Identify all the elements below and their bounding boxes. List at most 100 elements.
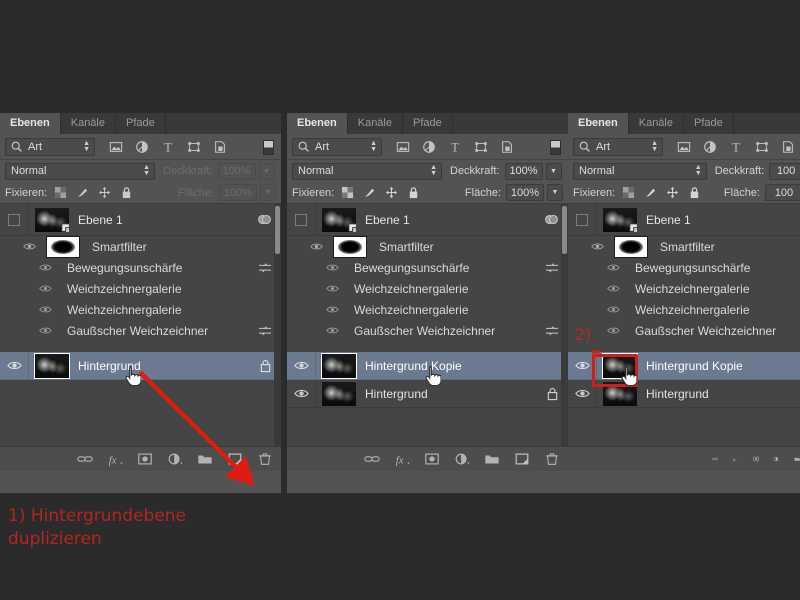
new-group-icon[interactable] <box>484 451 500 467</box>
blend-mode-select[interactable]: Normal ▲ ▼ <box>573 162 707 180</box>
smart-filters-header-row[interactable]: Smartfilter <box>0 235 281 258</box>
smartfilter-visibility-cell[interactable] <box>287 305 345 314</box>
filter-settings-icon[interactable] <box>545 325 559 337</box>
tab-pfade[interactable]: Pfade <box>403 113 453 134</box>
layer-style-fx-icon[interactable]: fx <box>107 451 123 467</box>
layer-thumbnail[interactable] <box>603 207 637 232</box>
eye-icon[interactable] <box>591 242 604 251</box>
eye-icon[interactable] <box>326 305 339 314</box>
smartfilter-visibility-cell[interactable] <box>287 284 345 293</box>
fill-value[interactable]: 100 <box>765 184 800 201</box>
blend-mode-select[interactable]: Normal ▲ ▼ <box>5 162 155 180</box>
table-row[interactable]: Ebene 1 <box>0 204 281 236</box>
smartfilter-row[interactable]: Weichzeichnergalerie <box>0 299 281 320</box>
table-row[interactable]: Ebene 1 <box>568 204 800 236</box>
visibility-cell[interactable] <box>287 352 316 379</box>
smartfilter-visibility-cell[interactable] <box>568 242 610 251</box>
eye-icon[interactable] <box>607 284 620 293</box>
smartfilter-row[interactable]: Gaußscher Weichzeichner <box>0 320 281 341</box>
smartfilter-visibility-cell[interactable] <box>568 263 626 272</box>
smartfilter-row[interactable]: Gaußscher Weichzeichner <box>568 320 800 341</box>
new-layer-icon[interactable] <box>227 451 243 467</box>
opacity-dropdown-arrow[interactable]: ▼ <box>545 162 562 180</box>
layer-list-scrollbar[interactable] <box>561 204 568 446</box>
adjustment-layer-filter-icon[interactable] <box>422 140 436 154</box>
eye-icon[interactable] <box>326 263 339 272</box>
eye-icon[interactable] <box>310 242 323 251</box>
scrollbar-thumb[interactable] <box>562 206 567 254</box>
link-layers-icon[interactable] <box>364 451 380 467</box>
lock-image-pixels-icon[interactable] <box>644 186 657 199</box>
eye-icon[interactable] <box>39 263 52 272</box>
eye-icon[interactable] <box>293 360 309 371</box>
link-layers-icon[interactable] <box>77 451 93 467</box>
filter-kind-select[interactable]: Art ▲ ▼ <box>292 137 382 156</box>
eye-icon[interactable] <box>39 284 52 293</box>
tab-ebenen[interactable]: Ebenen <box>0 113 61 134</box>
smartfilter-visibility-cell[interactable] <box>0 326 58 335</box>
type-layer-filter-icon[interactable]: T <box>161 140 175 154</box>
lock-all-icon[interactable] <box>120 186 133 199</box>
tab-pfade[interactable]: Pfade <box>684 113 734 134</box>
visibility-cell[interactable] <box>287 204 316 235</box>
smart-filter-mask-thumbnail[interactable] <box>614 235 648 258</box>
eye-icon[interactable] <box>574 388 590 399</box>
visibility-cell[interactable] <box>0 204 29 235</box>
fill-dropdown-arrow[interactable]: ▼ <box>547 184 563 201</box>
lock-all-icon[interactable] <box>688 186 701 199</box>
layer-visibility-checkbox[interactable] <box>8 213 20 226</box>
shape-layer-filter-icon[interactable] <box>474 140 488 154</box>
pixel-layer-filter-icon[interactable] <box>396 140 410 154</box>
tab-kanaele[interactable]: Kanäle <box>628 113 684 134</box>
lock-all-icon[interactable] <box>407 186 420 199</box>
smart-object-filter-icon[interactable] <box>781 140 795 154</box>
lock-transparent-pixels-icon[interactable] <box>341 186 354 199</box>
pixel-layer-filter-icon[interactable] <box>109 140 123 154</box>
new-layer-icon[interactable] <box>514 451 530 467</box>
eye-icon[interactable] <box>6 360 22 371</box>
smartfilter-visibility-cell[interactable] <box>568 305 626 314</box>
eye-icon[interactable] <box>607 305 620 314</box>
shape-layer-filter-icon[interactable] <box>187 140 201 154</box>
new-adjustment-layer-icon[interactable] <box>454 451 470 467</box>
pixel-layer-filter-icon[interactable] <box>677 140 691 154</box>
tab-ebenen[interactable]: Ebenen <box>287 113 348 134</box>
tab-pfade[interactable]: Pfade <box>116 113 166 134</box>
filter-settings-icon[interactable] <box>545 262 559 274</box>
fill-value[interactable]: 100% <box>506 184 544 201</box>
tab-kanaele[interactable]: Kanäle <box>347 113 403 134</box>
opacity-dropdown-arrow[interactable]: ▼ <box>258 162 275 180</box>
fill-value[interactable]: 100% <box>219 184 257 201</box>
shape-layer-filter-icon[interactable] <box>755 140 769 154</box>
new-adjustment-layer-icon[interactable] <box>167 451 183 467</box>
lock-image-pixels-icon[interactable] <box>363 186 376 199</box>
smart-object-filter-icon[interactable] <box>213 140 227 154</box>
eye-icon[interactable] <box>607 263 620 272</box>
blend-mode-select[interactable]: Normal ▲ ▼ <box>292 162 442 180</box>
eye-icon[interactable] <box>39 305 52 314</box>
smartfilter-visibility-cell[interactable] <box>0 242 42 251</box>
layer-style-fx-icon[interactable]: fx <box>394 451 410 467</box>
filter-enable-toggle[interactable] <box>550 140 561 155</box>
eye-icon[interactable] <box>607 326 620 335</box>
fill-dropdown-arrow[interactable]: ▼ <box>260 184 276 201</box>
smartfilter-visibility-cell[interactable] <box>0 305 58 314</box>
smart-filter-mask-thumbnail[interactable] <box>46 235 80 258</box>
delete-layer-icon[interactable] <box>544 451 560 467</box>
visibility-cell[interactable] <box>287 380 316 407</box>
lock-position-icon[interactable] <box>666 186 679 199</box>
new-group-icon[interactable] <box>197 451 213 467</box>
layer-list-scrollbar[interactable] <box>274 204 281 446</box>
layer-thumbnail[interactable] <box>35 207 69 232</box>
opacity-value[interactable]: 100% <box>217 162 256 180</box>
smartfilter-row[interactable]: Weichzeichnergalerie <box>287 278 568 299</box>
delete-layer-icon[interactable] <box>257 451 273 467</box>
layer-style-fx-icon[interactable]: fx <box>732 451 739 467</box>
layer-thumbnail[interactable] <box>322 207 356 232</box>
layer-visibility-checkbox[interactable] <box>295 213 307 226</box>
add-layer-mask-icon[interactable] <box>753 451 759 467</box>
lock-transparent-pixels-icon[interactable] <box>54 186 67 199</box>
tab-ebenen[interactable]: Ebenen <box>568 113 629 134</box>
eye-icon[interactable] <box>326 284 339 293</box>
smartfilter-visibility-cell[interactable] <box>287 263 345 272</box>
